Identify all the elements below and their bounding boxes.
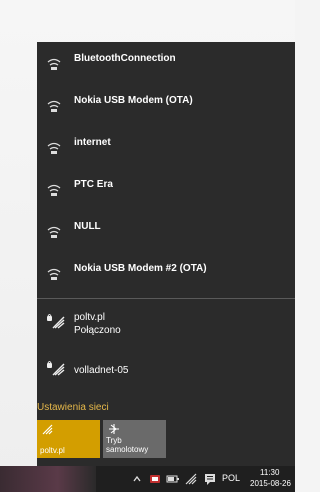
connection-item-nokia-2-ota[interactable]: Nokia USB Modem #2 (OTA) <box>37 252 295 292</box>
connection-item-bluetooth[interactable]: BluetoothConnection <box>37 42 295 82</box>
wifi-status: Połączono <box>74 325 121 336</box>
clock-date[interactable]: 2015-08-26 <box>250 479 291 488</box>
wifi-network-poltv[interactable]: poltv.pl Połączono <box>37 304 295 344</box>
connection-item-ptc-era[interactable]: PTC Era <box>37 168 295 208</box>
dialup-icon <box>47 58 61 70</box>
wifi-network-volladnet[interactable]: volladnet-05 <box>37 351 295 391</box>
connection-item-null[interactable]: NULL <box>37 210 295 250</box>
connection-label: internet <box>74 137 111 148</box>
security-icon[interactable] <box>148 472 162 486</box>
chevron-up-icon[interactable] <box>132 472 142 486</box>
dialup-icon <box>47 142 61 154</box>
tile-label: Tryb samolotowy <box>106 436 149 454</box>
taskbar-wallpaper-strip <box>0 466 96 492</box>
wifi-name: poltv.pl <box>74 312 105 323</box>
notifications-icon[interactable] <box>203 472 217 486</box>
wifi-secured-icon <box>47 314 65 329</box>
language-indicator[interactable]: POL <box>222 473 240 483</box>
connection-label: PTC Era <box>74 179 113 190</box>
wifi-icon <box>42 424 53 435</box>
dialup-icon <box>47 226 61 238</box>
wifi-secured-icon <box>47 361 65 376</box>
connection-item-nokia-ota[interactable]: Nokia USB Modem (OTA) <box>37 84 295 124</box>
connection-label: BluetoothConnection <box>74 53 176 64</box>
taskbar: POL 11:30 2015-08-26 <box>0 466 295 492</box>
wifi-name: volladnet-05 <box>74 365 129 376</box>
wifi-toggle-tile[interactable]: poltv.pl <box>37 420 100 458</box>
airplane-icon <box>109 424 119 434</box>
battery-icon[interactable] <box>166 472 180 486</box>
airplane-mode-tile[interactable]: Tryb samolotowy <box>103 420 166 458</box>
divider <box>37 298 295 299</box>
dialup-icon <box>47 268 61 280</box>
connection-label: Nokia USB Modem (OTA) <box>74 95 193 106</box>
clock-time[interactable]: 11:30 <box>260 468 279 477</box>
network-settings-link[interactable]: Ustawienia sieci <box>37 402 109 413</box>
dialup-icon <box>47 184 61 196</box>
network-flyout: BluetoothConnection Nokia USB Modem (OTA… <box>37 42 295 466</box>
tile-label: poltv.pl <box>40 446 65 455</box>
network-icon[interactable] <box>184 472 198 486</box>
connection-label: NULL <box>74 221 101 232</box>
dialup-icon <box>47 100 61 112</box>
connection-item-internet[interactable]: internet <box>37 126 295 166</box>
connection-label: Nokia USB Modem #2 (OTA) <box>74 263 207 274</box>
